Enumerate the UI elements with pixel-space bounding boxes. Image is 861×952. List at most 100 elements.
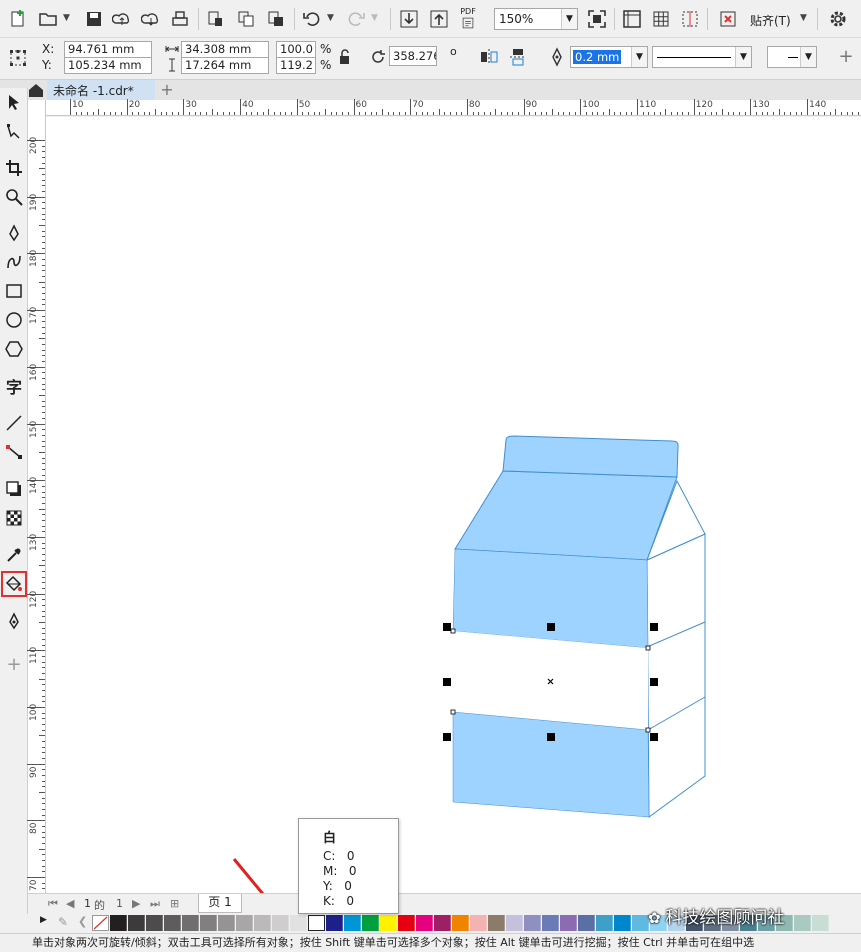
publish-pdf-icon[interactable]: PDF — [456, 7, 480, 31]
color-swatch[interactable] — [416, 915, 433, 931]
scale-x-field[interactable]: 100.0 — [276, 41, 316, 58]
chevron-down-icon[interactable]: ▼ — [735, 47, 751, 67]
color-swatch[interactable] — [470, 915, 487, 931]
color-swatch[interactable] — [362, 915, 379, 931]
eyedropper-palette-icon[interactable]: ✎ — [58, 915, 68, 929]
color-swatch[interactable] — [794, 915, 811, 931]
no-color-swatch[interactable] — [92, 915, 109, 931]
outline-width-select[interactable]: 0.2 mm ▼ — [570, 46, 648, 68]
copy-icon[interactable] — [234, 7, 258, 31]
last-page-icon[interactable]: ⏭ — [150, 897, 160, 911]
transparency-tool-icon[interactable] — [2, 506, 26, 530]
object-origin-icon[interactable] — [6, 46, 30, 70]
color-swatch[interactable] — [200, 915, 217, 931]
show-grid-icon[interactable] — [649, 7, 673, 31]
options-gear-icon[interactable] — [826, 7, 850, 31]
print-icon[interactable] — [168, 7, 192, 31]
snap-to-menu[interactable]: 贴齐(T) — [750, 12, 791, 29]
add-tab-button[interactable]: + — [157, 80, 177, 100]
color-swatch[interactable] — [128, 915, 145, 931]
tab-page-1[interactable]: 页 1 — [198, 894, 242, 913]
shape-tool-icon[interactable] — [2, 119, 26, 143]
new-document-icon[interactable] — [6, 7, 30, 31]
interactive-fill-tool-icon[interactable] — [1, 571, 27, 597]
color-swatch[interactable] — [560, 915, 577, 931]
first-page-icon[interactable]: ⏮ — [48, 897, 58, 911]
color-swatch[interactable] — [506, 915, 523, 931]
width-field[interactable]: 34.308 mm — [181, 41, 269, 58]
paste-icon[interactable] — [264, 7, 288, 31]
drop-shadow-tool-icon[interactable] — [2, 477, 26, 501]
color-swatch[interactable] — [632, 915, 649, 931]
color-swatch[interactable] — [110, 915, 127, 931]
show-rulers-icon[interactable] — [620, 7, 644, 31]
open-folder-icon[interactable] — [36, 7, 60, 31]
import-icon[interactable] — [204, 7, 228, 31]
color-swatch[interactable] — [398, 915, 415, 931]
rotation-angle-field[interactable]: 358.276 — [389, 46, 437, 66]
rectangle-tool-icon[interactable] — [2, 279, 26, 303]
color-swatch[interactable] — [272, 915, 289, 931]
pick-tool-icon[interactable] — [2, 90, 26, 114]
ellipse-tool-icon[interactable] — [2, 308, 26, 332]
crop-tool-icon[interactable] — [2, 156, 26, 180]
chevron-down-icon[interactable]: ▼ — [800, 47, 816, 67]
color-swatch[interactable] — [218, 915, 235, 931]
horizontal-ruler[interactable]: 10 20 30 40 50 60 70 80 90 100 110 120 130 140 — [46, 99, 861, 116]
save-icon[interactable] — [82, 7, 106, 31]
add-property-icon[interactable]: + — [836, 47, 856, 67]
import-arrow-icon[interactable] — [397, 7, 421, 31]
color-swatch[interactable] — [542, 915, 559, 931]
arrowhead-select[interactable]: ▼ — [767, 46, 817, 68]
freehand-tool-icon[interactable] — [2, 221, 26, 245]
snap-dropdown-icon[interactable]: ▼ — [800, 13, 810, 23]
color-swatch[interactable] — [578, 915, 595, 931]
lock-ratio-icon[interactable] — [337, 48, 353, 66]
full-screen-icon[interactable] — [585, 7, 609, 31]
color-swatch[interactable] — [344, 915, 361, 931]
redo-icon[interactable] — [344, 7, 368, 31]
snap-off-icon[interactable] — [716, 7, 740, 31]
palette-scroll-left-icon[interactable]: ▶ — [40, 915, 47, 925]
color-swatch[interactable] — [596, 915, 613, 931]
eyedropper-tool-icon[interactable] — [2, 543, 26, 567]
x-position-field[interactable]: 94.761 mm — [64, 41, 152, 58]
previous-page-icon[interactable]: ◀ — [66, 897, 74, 910]
color-swatch[interactable] — [308, 915, 325, 931]
cloud-upload-icon[interactable] — [110, 7, 134, 31]
connector-tool-icon[interactable] — [2, 440, 26, 464]
color-swatch[interactable] — [614, 915, 631, 931]
mirror-horizontal-icon[interactable] — [479, 47, 499, 67]
add-page-icon[interactable]: ⊞ — [170, 897, 179, 910]
mirror-vertical-icon[interactable] — [508, 47, 528, 67]
color-swatch[interactable] — [164, 915, 181, 931]
next-page-icon[interactable]: ▶ — [132, 897, 140, 910]
zoom-level-select[interactable]: 150% ▼ — [494, 8, 578, 30]
text-tool-icon[interactable]: 字 — [2, 374, 26, 398]
open-dropdown-icon[interactable]: ▼ — [63, 13, 73, 23]
tab-document[interactable]: 未命名 -1.cdr* — [47, 80, 155, 100]
color-swatch[interactable] — [290, 915, 307, 931]
chevron-down-icon[interactable]: ▼ — [561, 9, 577, 29]
chevron-down-icon[interactable]: ▼ — [631, 47, 647, 67]
show-guidelines-icon[interactable] — [678, 7, 702, 31]
color-swatch[interactable] — [236, 915, 253, 931]
color-swatch[interactable] — [146, 915, 163, 931]
color-swatch[interactable] — [524, 915, 541, 931]
export-arrow-icon[interactable] — [427, 7, 451, 31]
cloud-download-icon[interactable] — [139, 7, 163, 31]
redo-dropdown-icon[interactable]: ▼ — [371, 13, 381, 23]
undo-dropdown-icon[interactable]: ▼ — [327, 13, 337, 23]
zoom-tool-icon[interactable] — [2, 185, 26, 209]
home-icon[interactable] — [28, 82, 44, 98]
add-tool-icon[interactable]: + — [2, 652, 26, 676]
scale-y-field[interactable]: 119.2 — [276, 57, 316, 74]
smart-fill-tool-icon[interactable] — [2, 609, 26, 633]
palette-arrow-icon[interactable]: ❮ — [78, 915, 87, 928]
color-swatch[interactable] — [182, 915, 199, 931]
artistic-media-tool-icon[interactable] — [2, 250, 26, 274]
vertical-ruler[interactable]: 200 190 180 170 160 150 140 130 120 110 100 90 80 70 — [27, 100, 46, 893]
color-swatch[interactable] — [380, 915, 397, 931]
color-swatch[interactable] — [434, 915, 451, 931]
color-swatch[interactable] — [452, 915, 469, 931]
